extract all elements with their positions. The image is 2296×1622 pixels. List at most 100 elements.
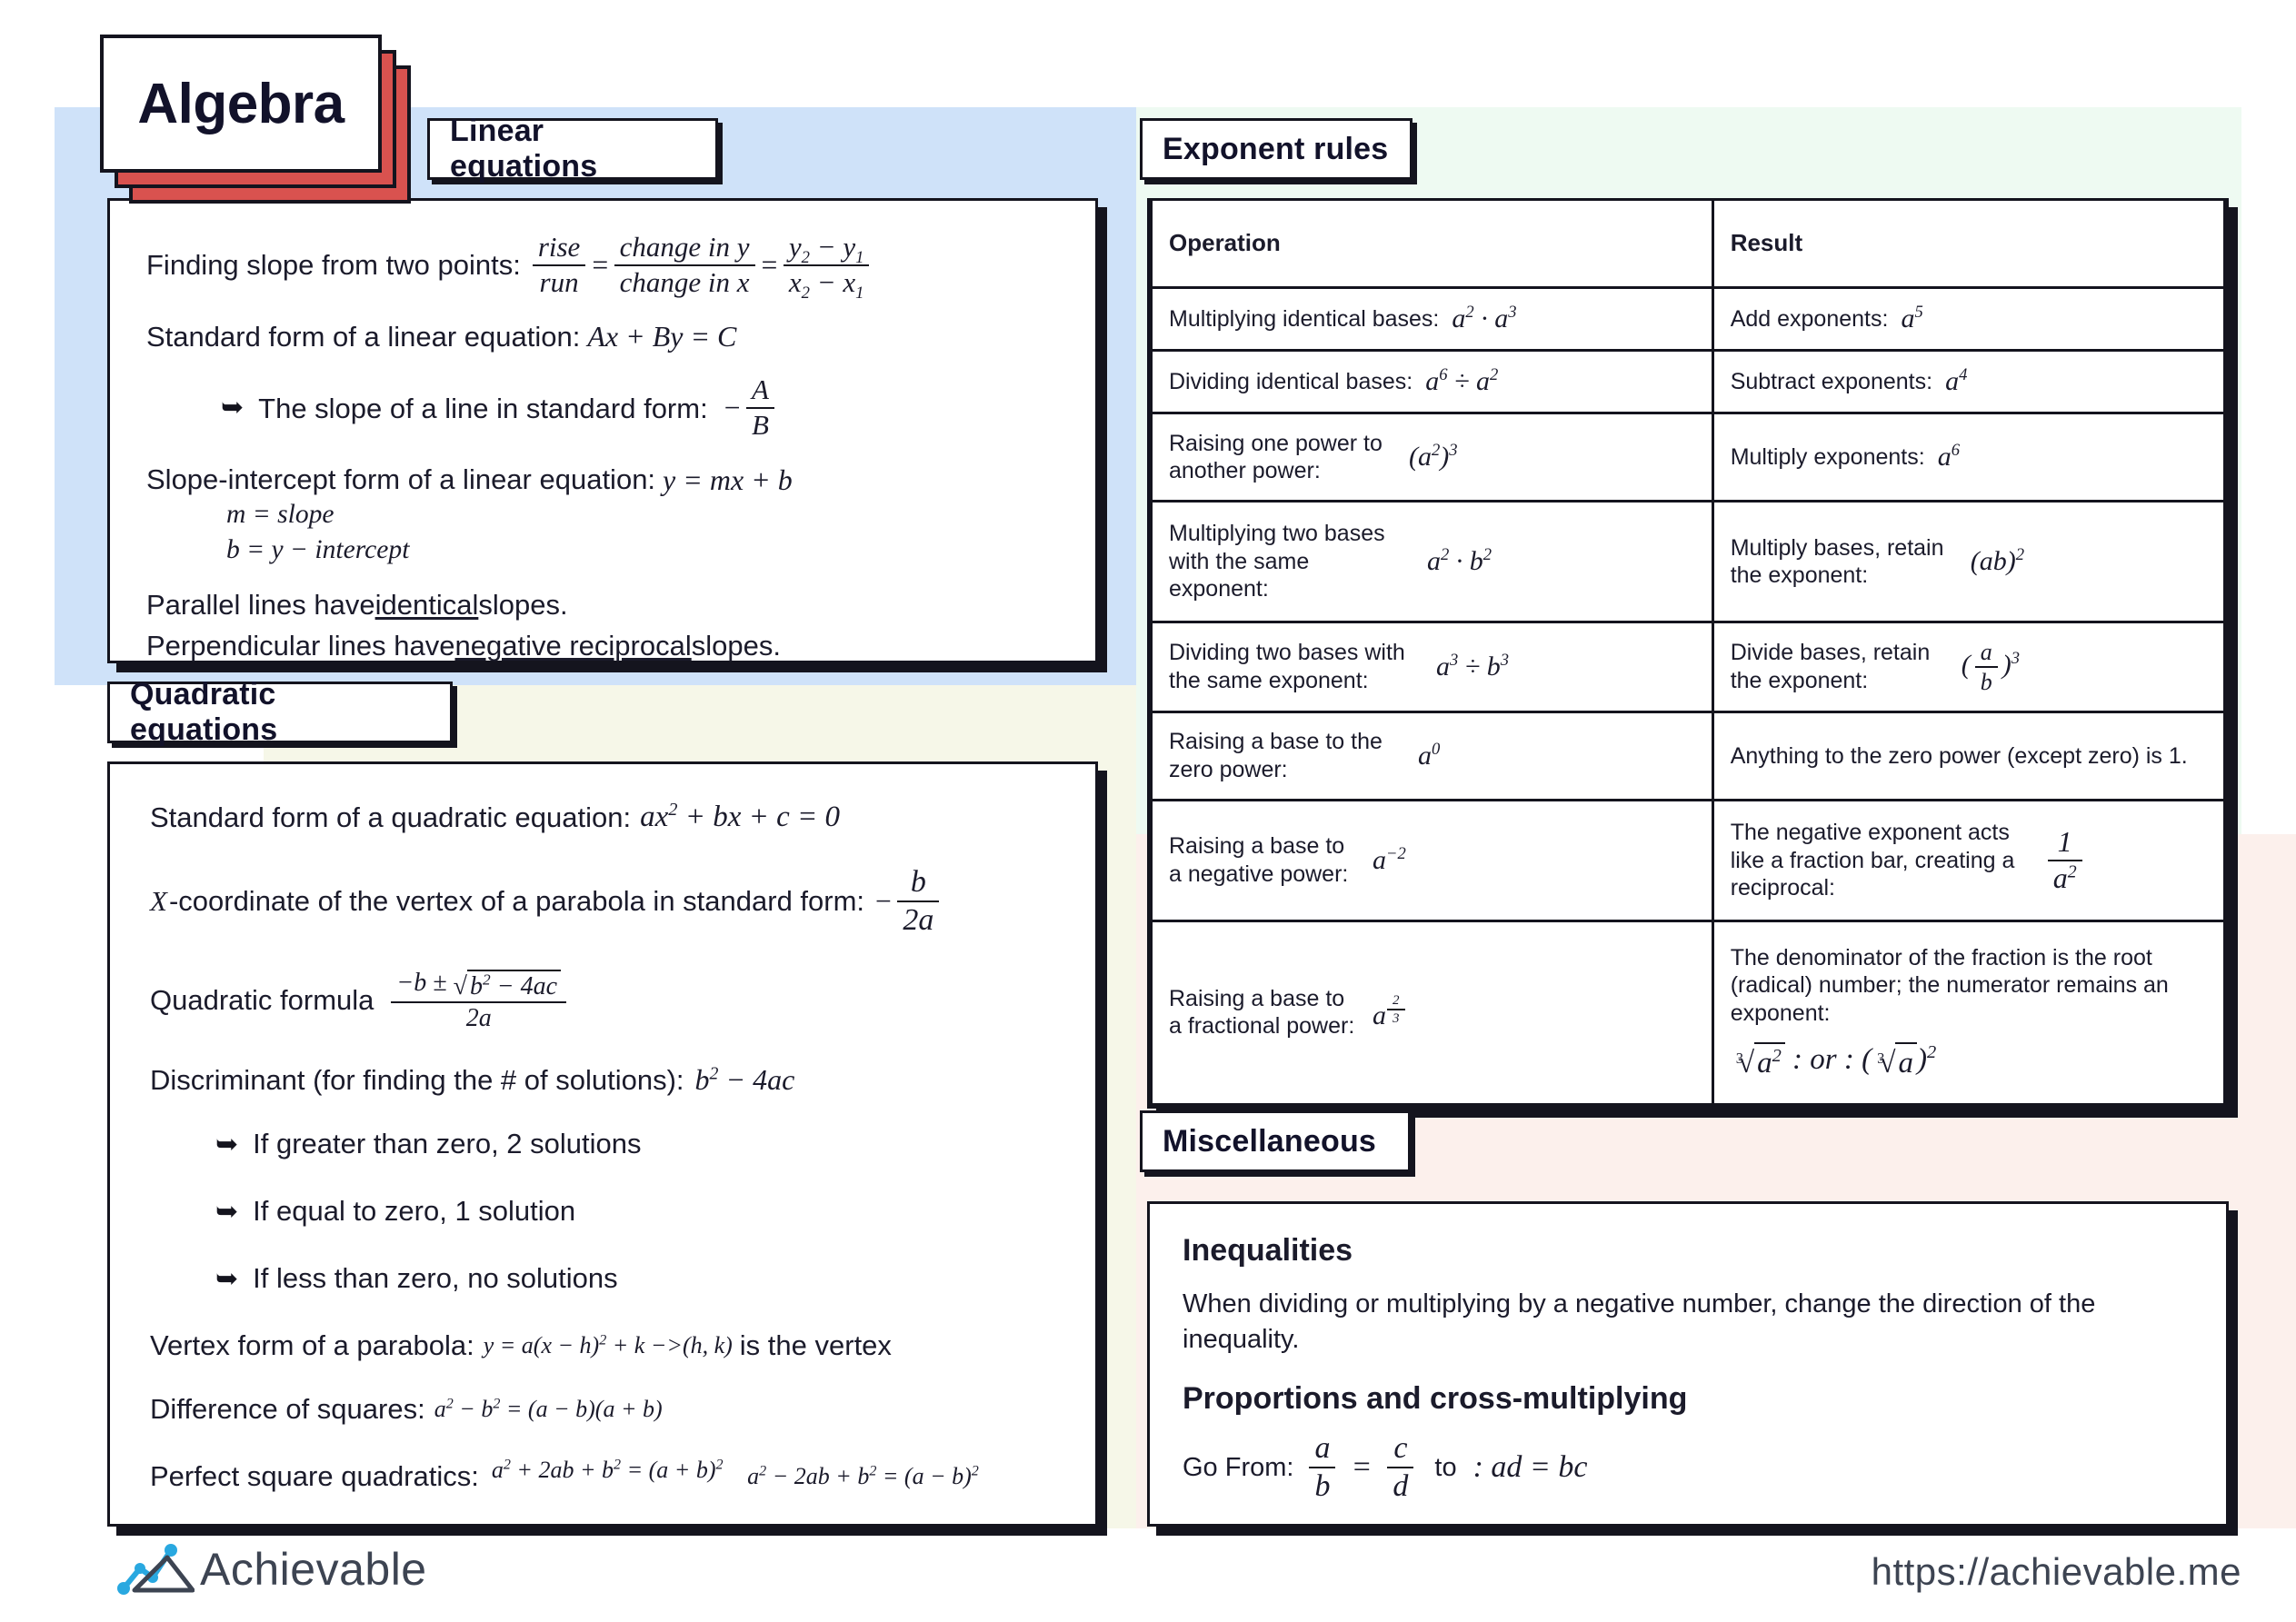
operation-math: a−2 [1373, 843, 1406, 875]
result-text: Add exponents: [1730, 305, 1889, 332]
vertex-form-row: Vertex form of a parabola: y = a(x − h)2… [150, 1329, 1059, 1362]
discriminant-bullet-greater-label: If greater than zero, 2 solutions [253, 1128, 642, 1160]
difference-of-squares-label: Difference of squares: [150, 1393, 425, 1426]
vertex-x-label-italic: X [150, 885, 167, 918]
discriminant-label: Discriminant (for finding the # of solut… [150, 1063, 684, 1096]
page-footer: Achievable https://achievable.me [0, 1537, 2296, 1622]
arrow-bullet-icon: ➥ [215, 1129, 239, 1159]
quadratic-standard-label: Standard form of a quadratic equation: [150, 801, 632, 833]
run-denominator: run [532, 264, 586, 299]
operation-text: Raising a base to a fractional power: [1169, 985, 1355, 1040]
a-over-b-fraction: a b [1309, 1431, 1336, 1504]
discriminant-row: Discriminant (for finding the # of solut… [150, 1063, 1059, 1097]
discriminant-bullet-greater: ➥ If greater than zero, 2 solutions [215, 1128, 1059, 1160]
cube-root-a-squared-icon: 3√a2 [1731, 1041, 1785, 1081]
section-tab-misc-label: Miscellaneous [1163, 1123, 1377, 1159]
operation-math: a3 ÷ b3 [1436, 650, 1510, 682]
table-row: Raising a base to the zero power: a0 Any… [1150, 711, 2227, 802]
parallel-lines-prefix: Parallel lines have [146, 589, 375, 622]
miscellaneous-panel: Inequalities When dividing or multiplyin… [1147, 1201, 2229, 1527]
operation-math: a2 · b2 [1427, 544, 1492, 576]
result-text: Subtract exponents: [1730, 368, 1933, 394]
perpendicular-lines-emphasis: negative reciprocal [454, 630, 692, 662]
slope-standard-form-bullet: ➥ The slope of a line in standard form: … [221, 374, 1059, 441]
quadratic-formula-label: Quadratic formula [150, 984, 374, 1017]
result-math: a4 [1945, 364, 1968, 396]
quadratic-equations-panel: Standard form of a quadratic equation: a… [107, 761, 1098, 1527]
cube-root-a-icon: 3√a [1872, 1041, 1917, 1081]
exponent-rules-panel: Operation Result Multiplying identical b… [1147, 198, 2229, 1109]
perfect-square-minus-formula: a2 − 2ab + b2 = (a − b)2 [747, 1463, 979, 1490]
parallel-lines-emphasis: identical [374, 589, 479, 622]
exponent-rules-table: Operation Result Multiplying identical b… [1150, 201, 2227, 1107]
c-numerator: c [1393, 1431, 1408, 1466]
brand-lockup: Achievable [116, 1541, 427, 1597]
c-over-d-fraction: c d [1387, 1431, 1414, 1504]
section-tab-exponent-label: Exponent rules [1163, 131, 1389, 166]
page-title: Algebra [137, 72, 344, 135]
go-from-label: Go From: [1183, 1452, 1294, 1482]
table-row: Raising a base to a fractional power: a2… [1150, 920, 2227, 1107]
minus-sign: − [722, 392, 743, 424]
cell-result: Subtract exponents: a4 [1711, 350, 2227, 415]
cell-operation: Multiplying two bases with the same expo… [1150, 501, 1714, 624]
slope-intercept-form-row: Slope-intercept form of a linear equatio… [146, 465, 1059, 494]
m-equals-slope: m = slope [226, 500, 334, 530]
result-math: a6 [1937, 440, 1960, 472]
operation-text: Raising one power to another power: [1169, 430, 1383, 484]
achievable-logo-icon [117, 1544, 195, 1595]
d-denominator: d [1387, 1467, 1414, 1504]
table-row: Multiplying two bases with the same expo… [1150, 501, 2227, 624]
vertex-form-formula: y = a(x − h)2 + k −>(h, k) [483, 1332, 733, 1359]
result-text: Multiply bases, retain the exponent: [1730, 534, 1944, 589]
arrow-bullet-icon: ➥ [215, 1263, 239, 1294]
cell-operation: Multiplying identical bases: a2 · a3 [1150, 287, 1714, 353]
b-denominator: b [1309, 1467, 1336, 1504]
section-tab-linear-equations: Linear equations [427, 114, 718, 184]
section-tab-linear-label: Linear equations [450, 114, 598, 184]
slope-intercept-label: Slope-intercept form of a linear equatio… [146, 463, 656, 496]
table-row: Multiplying identical bases: a2 · a3 Add… [1150, 287, 2227, 353]
discriminant-formula: b2 − 4ac [694, 1063, 795, 1097]
cell-result: Anything to the zero power (except zero)… [1711, 711, 2227, 802]
title-card-front: Algebra [100, 35, 382, 173]
standard-form-row: Standard form of a linear equation: Ax +… [146, 322, 1059, 351]
perfect-square-quadratics-row: Perfect square quadratics: a2 + 2ab + b2… [150, 1457, 1059, 1497]
slope-label: Finding slope from two points: [146, 249, 521, 282]
quadratic-formula-denominator: 2a [391, 1000, 567, 1032]
operation-math: a23 [1373, 993, 1406, 1033]
parallel-lines-suffix: slopes. [478, 589, 568, 622]
cell-result: Divide bases, retain the exponent: (a b)3 [1711, 622, 2227, 713]
cell-operation: Raising one power to another power: (a2)… [1150, 413, 1714, 503]
equals-sign-1: = [590, 248, 610, 281]
cell-operation: Dividing two bases with the same exponen… [1150, 622, 1714, 713]
result-radical-math: 3√a2 : or : (3√a)2 [1731, 1041, 1936, 1081]
proportions-heading: Proportions and cross-multiplying [1183, 1381, 1688, 1417]
square-root-discriminant: √ b2 − 4ac [454, 969, 562, 1000]
quadratic-formula-fraction: −b ± √ b2 − 4ac 2a [391, 969, 567, 1032]
a-numerator: a [1314, 1431, 1331, 1466]
slope-difference-quotient-fraction: y2 − y1 x2 − x1 [783, 231, 870, 302]
operation-math: a0 [1418, 739, 1441, 771]
cross-multiply-result: : ad = bc [1472, 1450, 1588, 1485]
result-text: Multiply exponents: [1730, 443, 1925, 470]
operation-text: Multiplying identical bases: [1169, 305, 1440, 332]
site-url: https://achievable.me [1871, 1550, 2241, 1593]
parallel-lines-row: Parallel lines have identical slopes. [146, 591, 1059, 619]
change-in-y-over-change-in-x-fraction: change in y change in x [614, 231, 755, 298]
b-over-2a-fraction: b 2a [897, 865, 940, 938]
vertex-form-label: Vertex form of a parabola: [150, 1329, 474, 1362]
vertex-x-coordinate-row: X -coordinate of the vertex of a parabola… [150, 865, 1059, 938]
rise-numerator: rise [537, 231, 581, 263]
table-row: Dividing two bases with the same exponen… [1150, 622, 2227, 713]
quadratic-formula-row: Quadratic formula −b ± √ b2 − 4ac 2a [150, 969, 1059, 1032]
quadratic-equations-content: Standard form of a quadratic equation: a… [110, 764, 1095, 1497]
operation-text: Raising a base to a negative power: [1169, 833, 1349, 887]
section-tab-quadratic-label: Quadratic equations [130, 677, 278, 747]
linear-equations-panel: Finding slope from two points: rise run … [107, 198, 1098, 663]
b-equals-y-intercept: b = y − intercept [226, 534, 410, 564]
result-text: The denominator of the fraction is the r… [1730, 944, 2169, 1026]
cell-result: The negative exponent acts like a fracti… [1711, 800, 2227, 922]
section-tab-exponent-rules: Exponent rules [1140, 118, 1413, 180]
inequalities-heading: Inequalities [1183, 1233, 1353, 1268]
